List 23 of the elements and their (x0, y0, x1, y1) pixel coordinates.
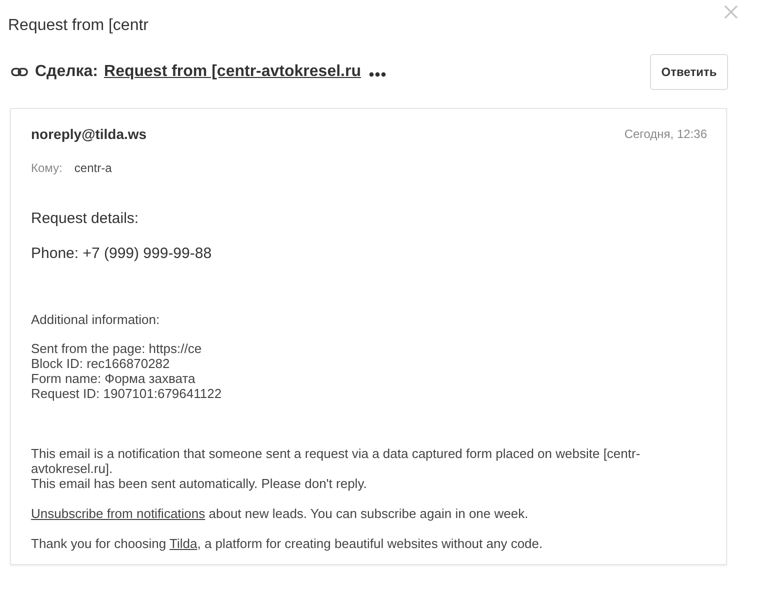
info-line: Sent from the page: https://ce (31, 341, 203, 356)
deal-label: Сделка: (35, 63, 98, 81)
notice-text: This email is a notification that someone sent a request via a data captured form placed on website [centr-avtokresel.ru]. (31, 446, 642, 476)
link-icon (11, 67, 28, 77)
notice-text: Unsubscribe from notifications about new leads. You can subscribe again in one week. (31, 506, 530, 521)
recipient-label: Кому: (31, 161, 62, 175)
reply-button[interactable]: Ответить (650, 54, 728, 90)
notice-link[interactable]: Unsubscribe from notifications (31, 506, 206, 521)
dialog-title: Request from [centr (8, 16, 148, 36)
sender-address: noreply@tilda.ws (31, 126, 147, 142)
info-line: Request ID: 1907101:679641122 (31, 386, 223, 401)
request-field: Phone: +7 (999) 999-99-88 (31, 245, 707, 263)
recipient-address: centr-a (74, 161, 112, 175)
additional-heading: Additional information: (31, 312, 161, 327)
info-line: Form name: Форма захвата (31, 371, 196, 386)
request-heading: Request details: (31, 210, 140, 228)
message-date: Сегодня, 12:36 (624, 127, 707, 141)
info-line: Block ID: rec166870282 (31, 356, 171, 371)
deal-link[interactable]: Request from [centr-avtokresel.ru (104, 63, 361, 81)
more-icon[interactable] (368, 72, 386, 76)
notice-text: This email has been sent automatically. Please don't reply. (31, 476, 368, 491)
notice-text: Thank you for choosing Tilda, a platform for creating beautiful websites without any code. (31, 536, 544, 551)
notice-link[interactable]: Tilda (170, 536, 198, 551)
